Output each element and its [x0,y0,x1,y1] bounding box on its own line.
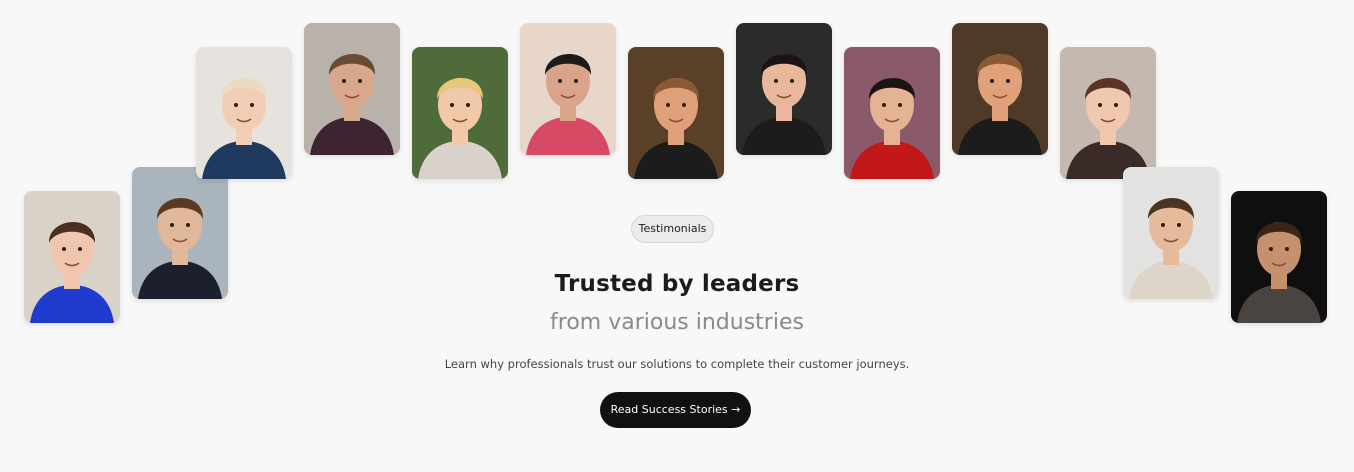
avatar-woman-red-sign [844,47,940,179]
avatar-man-glasses-pink-shirt [520,23,616,155]
testimonials-badge: Testimonials [631,215,714,243]
avatar-woman-blonde-bob [196,47,292,179]
read-success-stories-button[interactable]: Read Success Stories → [600,392,751,428]
avatar-young-man-blue-shirt [24,191,120,323]
avatar-woman-blonde-long [412,47,508,179]
avatar-man-lanyard-2 [952,23,1048,155]
avatar-woman-brown-hair [1060,47,1156,179]
avatar-woman-white-hat [736,23,832,155]
page-title: Trusted by leaders [554,271,800,297]
page-subtitle: from various industries [550,310,804,335]
avatar-man-lanyard [628,47,724,179]
testimonials-section: Testimonials Trusted by leaders from var… [0,0,1354,472]
avatar-man-dark-sweater [1231,191,1327,323]
section-description: Learn why professionals trust our soluti… [444,357,910,371]
avatar-man-beard [304,23,400,155]
